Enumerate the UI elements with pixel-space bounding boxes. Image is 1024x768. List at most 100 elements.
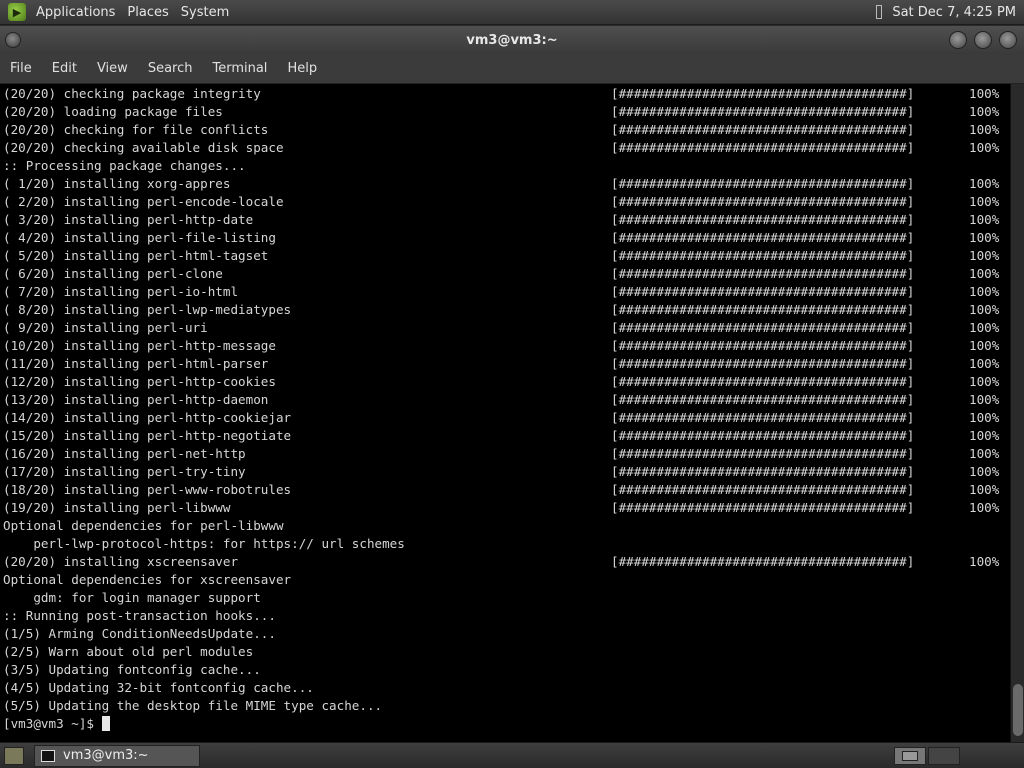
bottom-panel: vm3@vm3:~ [0, 742, 1024, 768]
terminal-line-text: ( 4/20) installing perl-file-listing [3, 230, 276, 245]
terminal-line-text: ( 8/20) installing perl-lwp-mediatypes [3, 302, 292, 317]
progress-bar-text: [######################################] [611, 428, 915, 443]
clock[interactable]: Sat Dec 7, 4:25 PM [892, 5, 1024, 20]
progress-bar-text: [######################################] [611, 302, 915, 317]
terminal-line-text: (20/20) checking for file conflicts [3, 122, 269, 137]
top-panel-menus: ▶ Applications Places System [0, 0, 235, 25]
terminal-line: (2/5) Warn about old perl modules [3, 643, 1010, 661]
menu-terminal[interactable]: Terminal [202, 54, 277, 84]
progress-percent: 100% [969, 176, 1000, 191]
terminal-line-text: (19/20) installing perl-libwww [3, 500, 231, 515]
progress-percent: 100% [969, 212, 1000, 227]
progress-bar-text: [######################################] [611, 446, 915, 461]
terminal-scrollbar[interactable] [1010, 84, 1024, 742]
terminal-line-text: ( 9/20) installing perl-uri [3, 320, 208, 335]
progress-bar-text: [######################################] [611, 266, 915, 281]
taskbar-item-terminal[interactable]: vm3@vm3:~ [34, 744, 200, 767]
terminal-line-text: (5/5) Updating the desktop file MIME typ… [3, 698, 383, 713]
menu-edit[interactable]: Edit [42, 54, 87, 84]
minimize-button[interactable] [949, 31, 967, 49]
terminal-line: (20/20) checking for file conflicts [####… [3, 121, 1010, 139]
terminal-line: (18/20) installing perl-www-robotrules [#… [3, 481, 1010, 499]
progress-bar-text: [######################################] [611, 410, 915, 425]
progress-bar-text: [######################################] [611, 464, 915, 479]
terminal-line-text: ( 6/20) installing perl-clone [3, 266, 223, 281]
terminal-line-text: (13/20) installing perl-http-daemon [3, 392, 269, 407]
progress-bar-text: [######################################] [611, 230, 915, 245]
progress-bar-text: [######################################] [611, 104, 915, 119]
applications-logo-icon[interactable]: ▶ [8, 3, 26, 21]
progress-bar-text: [######################################] [611, 500, 915, 515]
progress-percent: 100% [969, 140, 1000, 155]
places-menu[interactable]: Places [121, 0, 174, 25]
maximize-button[interactable] [974, 31, 992, 49]
terminal-line-text: (1/5) Arming ConditionNeedsUpdate... [3, 626, 276, 641]
menu-search[interactable]: Search [138, 54, 203, 84]
progress-bar-text: [######################################] [611, 284, 915, 299]
applications-menu[interactable]: Applications [30, 0, 121, 25]
terminal-line: ( 8/20) installing perl-lwp-mediatypes [#… [3, 301, 1010, 319]
terminal-line: Optional dependencies for xscreensaver [3, 571, 1010, 589]
progress-bar-text: [######################################] [611, 122, 915, 137]
progress-bar-text: [######################################] [611, 338, 915, 353]
terminal-line-text: (15/20) installing perl-http-negotiate [3, 428, 292, 443]
tray-icon[interactable] [876, 5, 883, 19]
window-titlebar[interactable]: vm3@vm3:~ [0, 26, 1024, 54]
system-menu[interactable]: System [175, 0, 235, 25]
progress-bar-text: [######################################] [611, 356, 915, 371]
window-menubar: File Edit View Search Terminal Help [0, 54, 1024, 84]
menu-file[interactable]: File [0, 54, 42, 84]
terminal-line: (20/20) checking available disk space [##… [3, 139, 1010, 157]
workspace-window-icon [902, 751, 918, 761]
progress-percent: 100% [969, 374, 1000, 389]
progress-bar-text: [######################################] [611, 86, 915, 101]
progress-percent: 100% [969, 482, 1000, 497]
window-menu-icon[interactable] [5, 32, 21, 48]
terminal-line: ( 7/20) installing perl-io-html [########… [3, 283, 1010, 301]
terminal-line: (16/20) installing perl-net-http [#######… [3, 445, 1010, 463]
terminal-line: ( 3/20) installing perl-http-date [######… [3, 211, 1010, 229]
progress-percent: 100% [969, 86, 1000, 101]
terminal-line: (14/20) installing perl-http-cookiejar [#… [3, 409, 1010, 427]
terminal-line: Optional dependencies for perl-libwww [3, 517, 1010, 535]
progress-bar-text: [######################################] [611, 392, 915, 407]
terminal-line-text: Optional dependencies for xscreensaver [3, 572, 292, 587]
terminal-line: ( 4/20) installing perl-file-listing [###… [3, 229, 1010, 247]
terminal-line: (20/20) checking package integrity [#####… [3, 85, 1010, 103]
workspace-switcher-2[interactable] [928, 747, 960, 765]
terminal-line-text: :: Processing package changes... [3, 158, 246, 173]
terminal-line: (11/20) installing perl-html-parser [####… [3, 355, 1010, 373]
terminal-line-text: (17/20) installing perl-try-tiny [3, 464, 246, 479]
terminal-line-text: ( 2/20) installing perl-encode-locale [3, 194, 284, 209]
progress-percent: 100% [969, 554, 1000, 569]
progress-bar-text: [######################################] [611, 554, 915, 569]
progress-percent: 100% [969, 410, 1000, 425]
progress-percent: 100% [969, 284, 1000, 299]
progress-percent: 100% [969, 230, 1000, 245]
close-button[interactable] [999, 31, 1017, 49]
menu-help[interactable]: Help [277, 54, 327, 84]
terminal-line-text: (20/20) checking available disk space [3, 140, 284, 155]
terminal-output[interactable]: (20/20) checking package integrity [#####… [0, 84, 1010, 742]
terminal-line-text: (4/5) Updating 32-bit fontconfig cache..… [3, 680, 314, 695]
progress-percent: 100% [969, 320, 1000, 335]
terminal-line-text: (20/20) loading package files [3, 104, 223, 119]
progress-percent: 100% [969, 302, 1000, 317]
terminal-line: (3/5) Updating fontconfig cache... [3, 661, 1010, 679]
progress-percent: 100% [969, 104, 1000, 119]
progress-percent: 100% [969, 356, 1000, 371]
terminal-prompt-line[interactable]: [vm3@vm3 ~]$ [3, 715, 1010, 733]
scrollbar-thumb[interactable] [1013, 684, 1023, 736]
workspace-switcher-1[interactable] [894, 747, 926, 765]
show-desktop-icon[interactable] [4, 746, 24, 765]
terminal-line-text: ( 5/20) installing perl-html-tagset [3, 248, 269, 263]
shell-prompt: [vm3@vm3 ~]$ [3, 716, 102, 731]
terminal-window: vm3@vm3:~ File Edit View Search Terminal… [0, 26, 1024, 742]
terminal-line-text: (2/5) Warn about old perl modules [3, 644, 254, 659]
terminal-line: ( 5/20) installing perl-html-tagset [####… [3, 247, 1010, 265]
progress-percent: 100% [969, 500, 1000, 515]
terminal-line: (12/20) installing perl-http-cookies [###… [3, 373, 1010, 391]
terminal-line: (15/20) installing perl-http-negotiate [#… [3, 427, 1010, 445]
menu-view[interactable]: View [87, 54, 138, 84]
progress-percent: 100% [969, 194, 1000, 209]
